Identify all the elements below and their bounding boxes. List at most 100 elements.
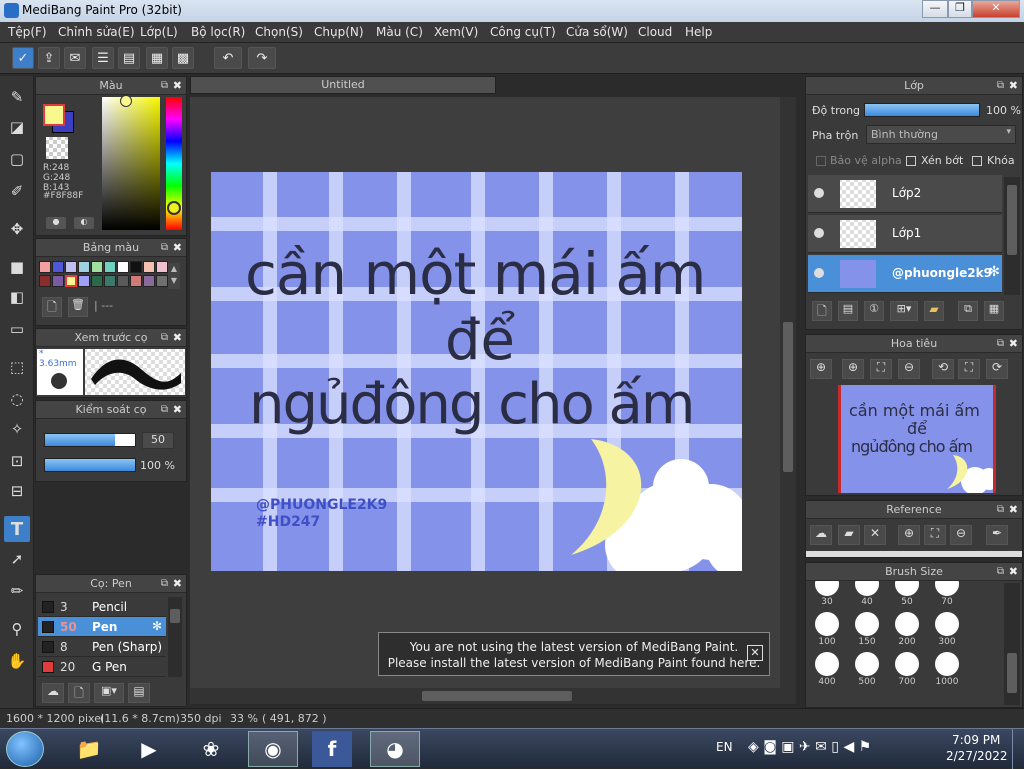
brush-size-option[interactable]: 700 — [888, 649, 926, 687]
cloud-brush-icon[interactable]: ☁ — [42, 683, 64, 703]
zoom-in-2-icon[interactable]: ⊕ — [842, 359, 864, 379]
palette-swatch[interactable] — [104, 275, 116, 287]
notice-close-icon[interactable]: ✕ — [747, 645, 763, 661]
brush-item[interactable]: 3 Pencil — [38, 597, 166, 617]
zoom-in-icon[interactable]: ⊕ — [810, 359, 832, 379]
palette-swatch[interactable] — [130, 261, 142, 273]
scroll-thumb[interactable] — [422, 691, 572, 701]
hand-tool-icon[interactable]: ✋ — [4, 648, 30, 674]
popout-icon[interactable]: ⧉ — [997, 335, 1004, 352]
clock-date[interactable]: 2/27/2022 — [946, 749, 1008, 763]
ref-zoom-in-icon[interactable]: ⊕ — [898, 525, 920, 545]
sv-cursor[interactable] — [120, 95, 132, 107]
popout-icon[interactable]: ⧉ — [997, 77, 1004, 94]
layer-opacity-slider[interactable] — [864, 103, 980, 117]
upload-icon[interactable]: ⇪ — [38, 47, 60, 69]
coccoc-icon[interactable]: ❀ — [186, 731, 236, 767]
tray-icons[interactable]: ◈ ◙ ▣ ✈ ✉ ▯ ◀ ⚑ — [748, 739, 871, 755]
brush-opacity-slider[interactable] — [44, 458, 136, 472]
palette-swatch[interactable] — [91, 261, 103, 273]
palette-swatch[interactable] — [156, 275, 168, 287]
add-layer-menu-icon[interactable]: ⊞▾ — [890, 301, 918, 321]
transparent-swatch[interactable] — [46, 137, 68, 159]
new-halftone-layer-icon[interactable]: ▤ — [838, 301, 858, 321]
redo-icon[interactable]: ↷ — [248, 47, 276, 69]
layer-menu-icon[interactable]: ▦ — [984, 301, 1004, 321]
layer-row[interactable]: Lớp1 — [808, 215, 1002, 253]
divide-tool-icon[interactable]: ✏ — [4, 578, 30, 604]
rectangle-tool-icon[interactable]: ▢ — [4, 146, 30, 172]
palette-swatch[interactable] — [65, 275, 77, 287]
rotate-left-icon[interactable]: ⟲ — [932, 359, 954, 379]
layer-row[interactable]: Lớp2 — [808, 175, 1002, 213]
comment-icon[interactable]: ✉ — [64, 47, 86, 69]
brush-size-option[interactable]: 1000 — [928, 649, 966, 687]
media-player-icon[interactable]: ▶ — [124, 731, 174, 767]
brush-size-option[interactable]: 500 — [848, 649, 886, 687]
reference-area[interactable] — [806, 551, 1022, 557]
grid-icon[interactable]: ▩ — [172, 47, 194, 69]
fit-icon[interactable]: ⛶ — [870, 359, 892, 379]
brush-size-option[interactable]: 50 — [888, 581, 926, 607]
primary-color-swatch[interactable] — [43, 104, 65, 126]
notice-line2[interactable]: Please install the latest version of Med… — [379, 655, 769, 671]
artboard[interactable]: cần một mái ấm để ngủđông cho ấm @PHUONG… — [211, 172, 742, 571]
bucket-tool-icon[interactable]: ◧ — [4, 284, 30, 310]
brush-size-option[interactable]: 300 — [928, 609, 966, 647]
message-icon[interactable]: ☰ — [92, 47, 114, 69]
brush-size-option[interactable]: 200 — [888, 609, 926, 647]
maximize-button[interactable]: ❐ — [948, 0, 972, 18]
menu-color[interactable]: Màu (C) — [376, 25, 423, 39]
color-mode-icon[interactable]: ● — [46, 217, 66, 229]
menu-filter[interactable]: Bộ lọc(R) — [191, 25, 245, 39]
chrome-icon[interactable]: ◉ — [248, 731, 298, 767]
close-icon[interactable]: ✖ — [1009, 501, 1018, 518]
popout-icon[interactable]: ⧉ — [997, 563, 1004, 580]
menu-select[interactable]: Chọn(S) — [255, 25, 303, 39]
popout-icon[interactable]: ⧉ — [161, 575, 168, 592]
rotate-right-icon[interactable]: ⟳ — [986, 359, 1008, 379]
brush-item[interactable]: 50 Pen ✻ — [38, 617, 166, 637]
saturation-value-field[interactable] — [102, 97, 160, 230]
input-language[interactable]: EN — [716, 740, 733, 754]
popout-icon[interactable]: ⧉ — [161, 239, 168, 256]
close-icon[interactable]: ✖ — [1009, 335, 1018, 352]
palette-scroll[interactable]: ▲ ▼ — [168, 263, 180, 289]
close-icon[interactable]: ✖ — [173, 77, 182, 94]
menu-view[interactable]: Xem(V) — [434, 25, 478, 39]
scroll-thumb[interactable] — [1007, 185, 1017, 255]
delete-palette-icon[interactable]: 🗑 — [68, 297, 88, 317]
palette-swatch[interactable] — [39, 261, 51, 273]
new-layer-icon[interactable]: 🗋 — [812, 301, 832, 321]
medibang-taskbar-icon[interactable]: ◕ — [370, 731, 420, 767]
brush-size-scrollbar[interactable] — [1004, 583, 1020, 705]
document-tab[interactable]: Untitled — [190, 76, 496, 94]
eye-icon[interactable] — [814, 228, 824, 238]
ref-eyedropper-icon[interactable]: ✒ — [986, 525, 1008, 545]
lasso-tool-icon[interactable]: ◌ — [4, 386, 30, 412]
brush-item[interactable]: 8 Pen (Sharp) — [38, 637, 166, 657]
popout-icon[interactable]: ⧉ — [161, 77, 168, 94]
duplicate-layer-icon[interactable]: ⧉ — [958, 301, 978, 321]
new-8bit-layer-icon[interactable]: ① — [864, 301, 884, 321]
actual-size-icon[interactable]: ⛶ — [958, 359, 980, 379]
popout-icon[interactable]: ⧉ — [161, 401, 168, 418]
palette-swatch[interactable] — [143, 261, 155, 273]
brush-settings-icon[interactable]: ▤ — [128, 683, 150, 703]
new-palette-icon[interactable]: 🗋 — [42, 297, 62, 317]
lock-checkbox[interactable] — [972, 156, 982, 166]
popout-icon[interactable]: ⧉ — [161, 329, 168, 346]
clip-checkbox[interactable] — [906, 156, 916, 166]
list-icon[interactable]: ▦ — [146, 47, 168, 69]
close-icon[interactable]: ✖ — [1009, 563, 1018, 580]
start-button[interactable] — [6, 731, 44, 767]
palette-swatch[interactable] — [91, 275, 103, 287]
close-reference-icon[interactable]: ✕ — [864, 525, 886, 545]
brush-size-slider[interactable] — [44, 433, 136, 447]
eraser-tool-icon[interactable]: ◪ — [4, 114, 30, 140]
palette-swatch[interactable] — [52, 275, 64, 287]
clock-time[interactable]: 7:09 PM — [952, 733, 1000, 747]
scroll-thumb[interactable] — [170, 609, 180, 623]
brush-size-option[interactable]: 400 — [808, 649, 846, 687]
update-notice[interactable]: You are not using the latest version of … — [378, 632, 770, 676]
